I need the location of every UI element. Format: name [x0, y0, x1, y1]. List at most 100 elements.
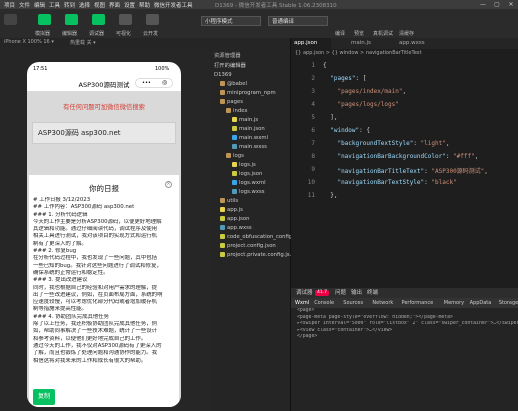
code-line[interactable]: "navigationBarTextStyle": "black"	[323, 179, 456, 186]
issues-tab[interactable]: 问题	[335, 288, 346, 298]
tree-file[interactable]: main.js	[232, 116, 258, 124]
device-select[interactable]: iPhone X 100% 16 ▾	[4, 39, 54, 45]
menu-item[interactable]: 视图	[94, 1, 105, 9]
bug-icon[interactable]	[92, 14, 105, 25]
compile-select[interactable]: 普通编译	[268, 16, 328, 26]
clear-cache-button[interactable]: 清缓存	[399, 30, 414, 37]
wxml-node[interactable]: ▸<swiper interval="5000" role="listbox" …	[291, 321, 518, 328]
minimize-icon[interactable]: —	[476, 0, 490, 9]
output-tab[interactable]: 输出	[351, 288, 362, 298]
devtools-tab[interactable]: Wxml	[295, 298, 309, 308]
menu-item[interactable]: 转到	[64, 1, 75, 9]
cloud-button-label[interactable]: 云开发	[143, 30, 158, 37]
tree-file[interactable]: code_obfuscation_config...	[220, 233, 297, 241]
capsule-close-icon[interactable]: ◎	[162, 79, 167, 86]
tree-folder[interactable]: miniprogram_npm	[220, 89, 276, 97]
close-icon[interactable]: ✕	[504, 0, 518, 9]
code-line[interactable]: "backgroundTextStyle": "light",	[323, 140, 449, 147]
menu-item[interactable]: 文件	[19, 1, 30, 9]
cloud-icon[interactable]	[146, 14, 159, 25]
tree-folder[interactable]: @babel	[220, 80, 247, 88]
tree-file[interactable]: project.private.config.js...	[220, 251, 295, 259]
menu-item[interactable]: 帮助	[139, 1, 150, 9]
terminal-tab[interactable]: 终端	[367, 288, 378, 298]
code-line[interactable]: "pages/logs/logs"	[323, 101, 398, 108]
code-line[interactable]: "window": {	[323, 127, 370, 134]
tree-file[interactable]: app.json	[220, 215, 249, 223]
tree-file[interactable]: project.config.json	[220, 242, 276, 250]
more-icon[interactable]: •••	[142, 80, 151, 86]
tab-main-js[interactable]: main.js	[348, 38, 390, 49]
devtools-tab[interactable]: Memory	[444, 298, 464, 308]
file-icon	[232, 180, 237, 185]
folder-icon	[220, 198, 225, 203]
tree-folder[interactable]: pages	[220, 98, 243, 106]
report-line: 今天的工作主要是分析ASP300源码，以便更好地理解	[33, 218, 162, 225]
breadcrumb-text[interactable]: {} app.json > {} window > navigationBarT…	[291, 50, 422, 56]
report-line: 制等措施来提高性能。	[33, 306, 87, 313]
wxml-node[interactable]: </page>	[291, 334, 518, 341]
tree-label: app.wxss	[227, 225, 252, 231]
code-editor[interactable]: 1 {2 "pages": [3 "pages/index/main", 4 "pa…	[291, 58, 518, 288]
tree-file[interactable]: app.wxss	[220, 224, 252, 232]
tree-file[interactable]: main.wxss	[232, 143, 267, 151]
tree-file[interactable]: logs.wxss	[232, 188, 265, 196]
phone-icon[interactable]	[38, 14, 51, 25]
tree-folder[interactable]: index	[226, 107, 248, 115]
devtools-title[interactable]: 调试器	[296, 288, 313, 298]
remote-debug-button[interactable]: 真机调试	[373, 30, 393, 37]
code-line[interactable]: ],	[323, 114, 337, 121]
visual-button-label[interactable]: 可视化	[116, 30, 131, 37]
explorer-header: 资源管理器	[214, 53, 241, 59]
devtools-tab[interactable]: Console	[314, 298, 334, 308]
editor-button-label[interactable]: 编辑器	[62, 30, 77, 37]
file-icon	[232, 117, 237, 122]
simulator-button-label[interactable]: 模拟器	[35, 30, 50, 37]
tree-file[interactable]: main.wxml	[232, 134, 268, 142]
tree-folder[interactable]: utils	[220, 197, 238, 205]
tab-app-wxss[interactable]: app.wxss	[396, 38, 438, 49]
hotreload-select[interactable]: 热重载 关 ▾	[70, 39, 96, 46]
menu-item[interactable]: 设置	[124, 1, 135, 9]
devtools-tab[interactable]: Performance	[402, 298, 434, 308]
modal-close-icon[interactable]: ×	[165, 181, 172, 188]
menu-item[interactable]: 界面	[109, 1, 120, 9]
compile-button[interactable]: 编译	[335, 30, 345, 37]
code-line[interactable]: "navigationBarTitleText": "ASP300源码测试",	[323, 166, 487, 175]
open-editors-section[interactable]: 打开的编辑器	[214, 62, 246, 70]
devtools-tab[interactable]: AppData	[470, 298, 492, 308]
tree-file[interactable]: logs.wxml	[232, 179, 266, 187]
devtools-tab[interactable]: Network	[372, 298, 393, 308]
menu-item[interactable]: 编辑	[34, 1, 45, 9]
code-icon[interactable]	[65, 14, 78, 25]
visual-icon[interactable]	[119, 14, 132, 25]
menu-item[interactable]: 选择	[79, 1, 90, 9]
swiper-card[interactable]: ASP300源码 asp300.net	[32, 122, 176, 144]
menu-item[interactable]: 微信开发者工具	[154, 1, 193, 9]
copy-button[interactable]: 复制	[33, 389, 55, 405]
code-line[interactable]: "pages/index/main",	[323, 88, 406, 95]
devtools-tab[interactable]: Storage	[499, 298, 518, 308]
tree-folder[interactable]: logs	[226, 152, 244, 160]
mode-select[interactable]: 小程序模式	[201, 16, 261, 26]
tree-file[interactable]: app.js	[220, 206, 243, 214]
menu-item[interactable]: 项目	[4, 1, 15, 9]
debugger-button-label[interactable]: 调试器	[89, 30, 104, 37]
menu-item[interactable]: 工具	[49, 1, 60, 9]
preview-button[interactable]: 预览	[354, 30, 364, 37]
tree-file[interactable]: main.json	[232, 125, 265, 133]
tab-app-json[interactable]: app.json	[291, 38, 331, 49]
code-line[interactable]: "pages": [	[323, 75, 366, 82]
code-line[interactable]: },	[323, 192, 337, 199]
code-line[interactable]: "navigationBarBackgroundColor": "#fff",	[323, 153, 478, 160]
tree-file[interactable]: logs.js	[232, 161, 256, 169]
tree-file[interactable]: logs.json	[232, 170, 262, 178]
maximize-icon[interactable]: ▢	[490, 0, 504, 9]
folder-icon	[226, 108, 231, 113]
project-root[interactable]: D1369	[214, 71, 232, 79]
code-line[interactable]: {	[323, 62, 327, 69]
devtools-tab[interactable]: Sources	[343, 298, 363, 308]
capsule-menu[interactable]: ••• ◎	[135, 78, 173, 88]
tree-label: main.json	[239, 126, 265, 132]
avatar[interactable]	[4, 14, 17, 25]
